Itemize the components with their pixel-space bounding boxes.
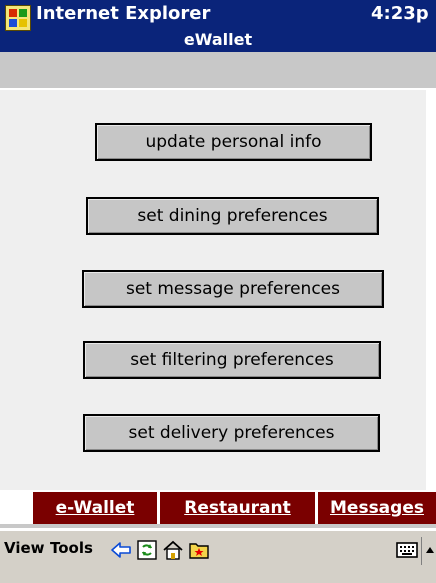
sip-arrow-icon[interactable] [425,543,435,557]
clock[interactable]: 4:23p [371,3,429,24]
tab-e-wallet[interactable]: e-Wallet [33,492,157,524]
content-area: update personal info set dining preferen… [0,90,436,490]
home-icon[interactable] [162,539,184,561]
favorites-icon[interactable] [188,539,210,561]
set-filtering-preferences-button[interactable]: set filtering preferences [83,341,381,379]
divider [421,537,422,565]
windows-flag-icon [5,5,31,31]
app-title: Internet Explorer [36,3,211,24]
command-bar: View Tools [0,530,436,583]
keyboard-icon[interactable] [396,541,418,559]
tab-messages[interactable]: Messages [318,492,436,524]
set-dining-preferences-button[interactable]: set dining preferences [86,197,379,235]
set-delivery-preferences-button[interactable]: set delivery preferences [83,414,380,452]
refresh-icon[interactable] [136,539,158,561]
tab-restaurant[interactable]: Restaurant [160,492,315,524]
toolbar-band [0,52,436,88]
back-arrow-icon[interactable] [110,539,132,561]
menu-tools[interactable]: Tools [50,539,93,557]
menu-view[interactable]: View [4,539,45,557]
title-bar: Internet Explorer 4:23p eWallet [0,0,436,52]
set-message-preferences-button[interactable]: set message preferences [82,270,384,308]
scroll-gutter [426,90,436,490]
page-title: eWallet [183,30,253,49]
update-personal-info-button[interactable]: update personal info [95,123,372,161]
nav-tabs: e-Wallet Restaurant Messages [17,492,436,524]
